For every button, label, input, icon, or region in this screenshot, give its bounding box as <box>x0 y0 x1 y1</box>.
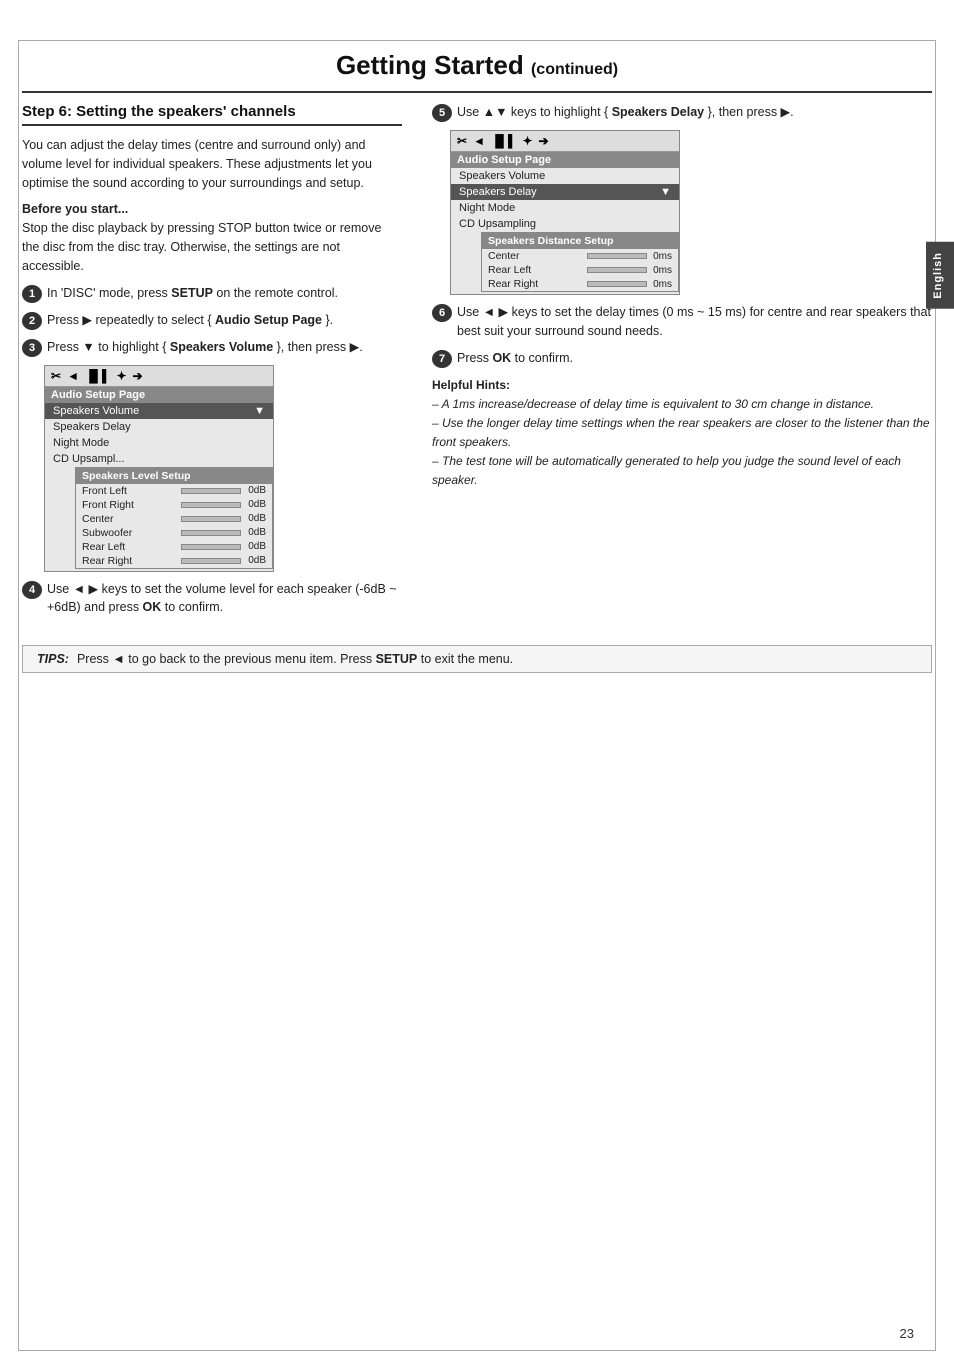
submenu-row-rear-left: Rear Left 0dB <box>76 540 272 554</box>
screen-icons-1: ✂ ◄ ▐▌▌ ✦ ➔ <box>45 366 273 387</box>
step-4: 4 Use ◄ ▶ keys to set the volume level f… <box>22 580 402 618</box>
step-4-text: Use ◄ ▶ keys to set the volume level for… <box>47 580 402 618</box>
tips-text: Press ◄ to go back to the previous menu … <box>77 652 513 666</box>
content-area: Step 6: Setting the speakers' channels Y… <box>0 93 954 635</box>
icon-pause-2: ▐▌▌ <box>491 134 517 148</box>
before-start-text: Stop the disc playback by pressing STOP … <box>22 219 402 275</box>
submenu-row-center: Center 0dB <box>76 512 272 526</box>
step-7-num: 7 <box>432 350 452 368</box>
page-title: Getting Started (continued) <box>62 50 892 81</box>
screen-submenu-1: Speakers Level Setup Front Left 0dB Fron… <box>75 467 273 569</box>
menu-item-2-night-mode: Night Mode <box>451 200 679 216</box>
step-4-num: 4 <box>22 581 42 599</box>
step-3-num: 3 <box>22 339 42 357</box>
submenu-row-2-rear-left: Rear Left 0ms <box>482 263 678 277</box>
step-6-text: Use ◄ ▶ keys to set the delay times (0 m… <box>457 303 932 341</box>
icon-forward-2: ➔ <box>539 134 549 148</box>
submenu-title-2: Speakers Distance Setup <box>482 233 678 249</box>
border-right <box>934 40 936 1351</box>
hint-1: – A 1ms increase/decrease of delay time … <box>432 395 932 414</box>
menu-item-speakers-delay: Speakers Delay <box>45 419 273 435</box>
step-1-text: In 'DISC' mode, press SETUP on the remot… <box>47 284 338 303</box>
step-2: 2 Press ▶ repeatedly to select { Audio S… <box>22 311 402 330</box>
step-3-text: Press ▼ to highlight { Speakers Volume }… <box>47 338 363 357</box>
screen-mockup-1: ✂ ◄ ▐▌▌ ✦ ➔ Audio Setup Page Speakers Vo… <box>44 365 274 572</box>
step-2-num: 2 <box>22 312 42 330</box>
icon-back: ◄ <box>67 369 79 383</box>
helpful-hints-title: Helpful Hints: <box>432 376 932 395</box>
submenu-row-subwoofer: Subwoofer 0dB <box>76 526 272 540</box>
menu-item-night-mode: Night Mode <box>45 435 273 451</box>
icon-forward: ➔ <box>133 369 143 383</box>
intro-text: You can adjust the delay times (centre a… <box>22 136 402 192</box>
submenu-row-rear-right: Rear Right 0dB <box>76 554 272 568</box>
section-heading: Step 6: Setting the speakers' channels <box>22 103 402 126</box>
tips-box: TIPS: Press ◄ to go back to the previous… <box>22 645 932 673</box>
language-tab: English <box>926 242 954 309</box>
submenu-row-2-rear-right: Rear Right 0ms <box>482 277 678 291</box>
submenu-row-front-right: Front Right 0dB <box>76 498 272 512</box>
icon-scissors: ✂ <box>51 369 61 383</box>
border-bottom <box>18 1349 936 1351</box>
tips-label: TIPS: <box>37 652 69 666</box>
menu-item-2-speakers-volume: Speakers Volume <box>451 168 679 184</box>
step-5-text: Use ▲▼ keys to highlight { Speakers Dela… <box>457 103 794 122</box>
hint-3: – The test tone will be automatically ge… <box>432 452 932 490</box>
screen-title-2: Audio Setup Page <box>451 152 679 168</box>
icon-settings-2: ✦ <box>522 134 532 148</box>
submenu-row-2-center: Center 0ms <box>482 249 678 263</box>
step-1: 1 In 'DISC' mode, press SETUP on the rem… <box>22 284 402 303</box>
before-start: Before you start... Stop the disc playba… <box>22 202 402 275</box>
helpful-hints: Helpful Hints: – A 1ms increase/decrease… <box>432 376 932 491</box>
page-header: Getting Started (continued) <box>22 22 932 93</box>
section-title: Step 6: Setting the speakers' channels <box>22 103 402 120</box>
step-5: 5 Use ▲▼ keys to highlight { Speakers De… <box>432 103 932 122</box>
border-top <box>18 40 936 42</box>
step-3: 3 Press ▼ to highlight { Speakers Volume… <box>22 338 402 357</box>
screen-mockup-2: ✂ ◄ ▐▌▌ ✦ ➔ Audio Setup Page Speakers Vo… <box>450 130 680 295</box>
icon-scissors-2: ✂ <box>457 134 467 148</box>
step-5-num: 5 <box>432 104 452 122</box>
step-6-num: 6 <box>432 304 452 322</box>
menu-item-cd-upsampling: CD Upsampl... <box>45 451 273 467</box>
icon-pause: ▐▌▌ <box>85 369 111 383</box>
menu-item-speakers-volume: Speakers Volume ▼ <box>45 403 273 419</box>
screen-title-1: Audio Setup Page <box>45 387 273 403</box>
menu-item-2-cd-upsampling: CD Upsampling <box>451 216 679 232</box>
step-6: 6 Use ◄ ▶ keys to set the delay times (0… <box>432 303 932 341</box>
menu-item-2-speakers-delay: Speakers Delay ▼ <box>451 184 679 200</box>
step-7-text: Press OK to confirm. <box>457 349 573 368</box>
left-column: Step 6: Setting the speakers' channels Y… <box>22 103 422 625</box>
screen-icons-2: ✂ ◄ ▐▌▌ ✦ ➔ <box>451 131 679 152</box>
icon-back-2: ◄ <box>473 134 485 148</box>
step-2-text: Press ▶ repeatedly to select { Audio Set… <box>47 311 333 330</box>
step-1-num: 1 <box>22 285 42 303</box>
screen-submenu-2: Speakers Distance Setup Center 0ms Rear … <box>481 232 679 292</box>
page-number: 23 <box>900 1326 914 1341</box>
icon-settings: ✦ <box>116 369 126 383</box>
border-left <box>18 40 20 1351</box>
right-column: 5 Use ▲▼ keys to highlight { Speakers De… <box>422 103 932 625</box>
hint-2: – Use the longer delay time settings whe… <box>432 414 932 452</box>
before-start-title: Before you start... <box>22 202 402 216</box>
submenu-row-front-left: Front Left 0dB <box>76 484 272 498</box>
step-7: 7 Press OK to confirm. <box>432 349 932 368</box>
submenu-title-1: Speakers Level Setup <box>76 468 272 484</box>
